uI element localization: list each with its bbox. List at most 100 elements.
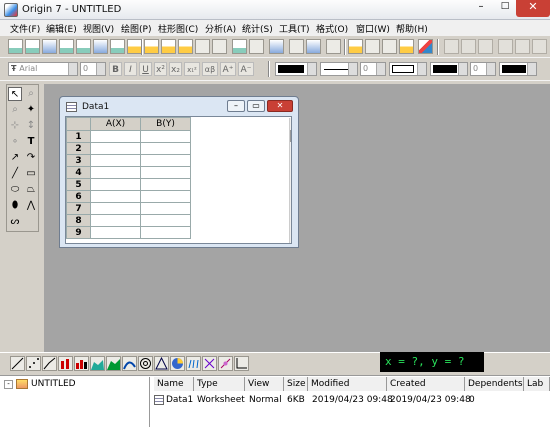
supsub-button[interactable]: x₁² [184,62,200,76]
refresh-icon[interactable] [289,39,304,54]
underline-button[interactable]: U [139,62,152,76]
new-project-icon[interactable] [8,39,23,54]
zoom-out-tool-icon[interactable]: ⌕ [8,103,22,117]
results-log-icon[interactable] [365,39,380,54]
header-type[interactable]: Type [194,377,245,391]
close-button[interactable]: ✕ [516,0,550,17]
polyline-tool-icon[interactable]: ⋀ [24,199,38,213]
scroll-thumb[interactable] [290,130,291,142]
menu-plot[interactable]: 绘图(P) [121,22,151,35]
new-function-icon[interactable] [76,39,91,54]
cell[interactable] [90,166,141,179]
fill-color-combo[interactable] [430,62,468,76]
draw-data-icon[interactable]: ∘ [8,135,22,149]
header-view[interactable]: View [245,377,284,391]
row-header[interactable]: 9 [66,226,91,239]
menu-edit[interactable]: 编辑(E) [46,22,77,35]
new-folder-icon[interactable] [418,39,433,54]
worksheet-window[interactable]: Data1 – ▭ ✕ A(X) B(Y) 1 2 3 4 5 6 7 8 9 … [59,96,299,248]
pattern-width-combo[interactable]: 0 [470,62,496,76]
new-matrix-icon[interactable] [59,39,74,54]
line-style-combo[interactable] [320,62,358,76]
decrease-font-button[interactable]: A⁻ [238,62,254,76]
menu-analysis[interactable]: 分析(A) [205,22,236,35]
row-header[interactable]: 2 [66,142,91,155]
screen-reader-icon[interactable]: ⊹ [8,119,22,133]
rectangle-tool-icon[interactable]: ▭ [24,167,38,181]
line-plot-icon[interactable] [10,356,25,371]
save-template-icon[interactable] [212,39,227,54]
polygon-tool-icon[interactable]: ⏢ [24,183,38,197]
row-header[interactable]: 8 [66,214,91,227]
cell[interactable] [90,202,141,215]
freehand-tool-icon[interactable]: ᔕ [8,215,22,229]
worksheet-close-button[interactable]: ✕ [267,100,293,112]
new-notes-icon[interactable] [110,39,125,54]
greek-button[interactable]: αβ [202,62,218,76]
row-header[interactable]: 3 [66,154,91,167]
vector-plot-icon[interactable] [186,356,201,371]
header-created[interactable]: Created [387,377,465,391]
minimize-button[interactable]: – [470,1,492,16]
zoom-out-icon[interactable] [461,39,476,54]
data-selector-icon[interactable]: ↕ [24,119,38,133]
import-multiple-icon[interactable] [249,39,264,54]
menu-file[interactable]: 文件(F) [10,22,40,35]
open-icon[interactable] [144,39,159,54]
menu-help[interactable]: 帮助(H) [396,22,428,35]
code-builder-icon[interactable] [326,39,341,54]
cell[interactable] [140,214,191,227]
command-window-icon[interactable] [399,39,414,54]
cell[interactable] [140,202,191,215]
layer-icon[interactable] [532,39,547,54]
open-template-icon[interactable] [161,39,176,54]
template-plot-icon[interactable] [234,356,249,371]
polar-plot-icon[interactable] [138,356,153,371]
scroll-up-icon[interactable]: ▲ [291,120,292,127]
line-symbol-plot-icon[interactable] [42,356,57,371]
subscript-button[interactable]: x₂ [169,62,182,76]
worksheet-maximize-button[interactable]: ▭ [247,100,265,112]
new-graph-icon[interactable] [42,39,57,54]
cell[interactable] [90,142,141,155]
menu-window[interactable]: 窗口(W) [356,22,390,35]
header-dependents[interactable]: Dependents [465,377,524,391]
curved-arrow-icon[interactable]: ↷ [24,151,38,165]
scroll-down-icon[interactable]: ▼ [291,232,292,239]
header-size[interactable]: Size [284,377,308,391]
superscript-button[interactable]: x² [154,62,167,76]
arrow-tool-icon[interactable]: ↗ [8,151,22,165]
new-layout-icon[interactable] [93,39,108,54]
font-combo[interactable]: Ŧ Arial [8,62,78,76]
zoom-in-icon[interactable] [444,39,459,54]
fill-area-icon[interactable] [106,356,121,371]
new-excel-icon[interactable] [127,39,142,54]
print-icon[interactable] [269,39,284,54]
xy-vector-icon[interactable] [218,356,233,371]
row-header[interactable]: 7 [66,202,91,215]
new-worksheet-icon[interactable] [25,39,40,54]
spline-plot-icon[interactable] [122,356,137,371]
scatter-plot-icon[interactable] [26,356,41,371]
cell[interactable] [90,190,141,203]
cell[interactable] [140,154,191,167]
cell[interactable] [90,226,141,239]
menu-view[interactable]: 视图(V) [83,22,114,35]
corner-cell[interactable] [66,117,91,131]
script-window-icon[interactable] [382,39,397,54]
vertical-scrollbar[interactable]: ▲ ▼ [289,118,292,243]
column-header-b[interactable]: B(Y) [140,117,191,131]
header-label[interactable]: Lab [524,377,550,391]
region-tool-icon[interactable]: ⬮ [8,199,22,213]
data-reader-icon[interactable]: ✦ [24,103,38,117]
pointer-icon[interactable]: ↖ [8,87,22,101]
duplicate-icon[interactable] [306,39,321,54]
line-tool-icon[interactable]: ╱ [8,167,22,181]
item-name[interactable]: Data1 [166,395,193,405]
project-root-label[interactable]: UNTITLED [31,379,76,389]
whole-page-icon[interactable] [478,39,493,54]
column-header-a[interactable]: A(X) [90,117,141,131]
expand-icon[interactable]: - [4,380,13,389]
rescale-icon[interactable] [498,39,513,54]
menu-tools[interactable]: 工具(T) [279,22,310,35]
